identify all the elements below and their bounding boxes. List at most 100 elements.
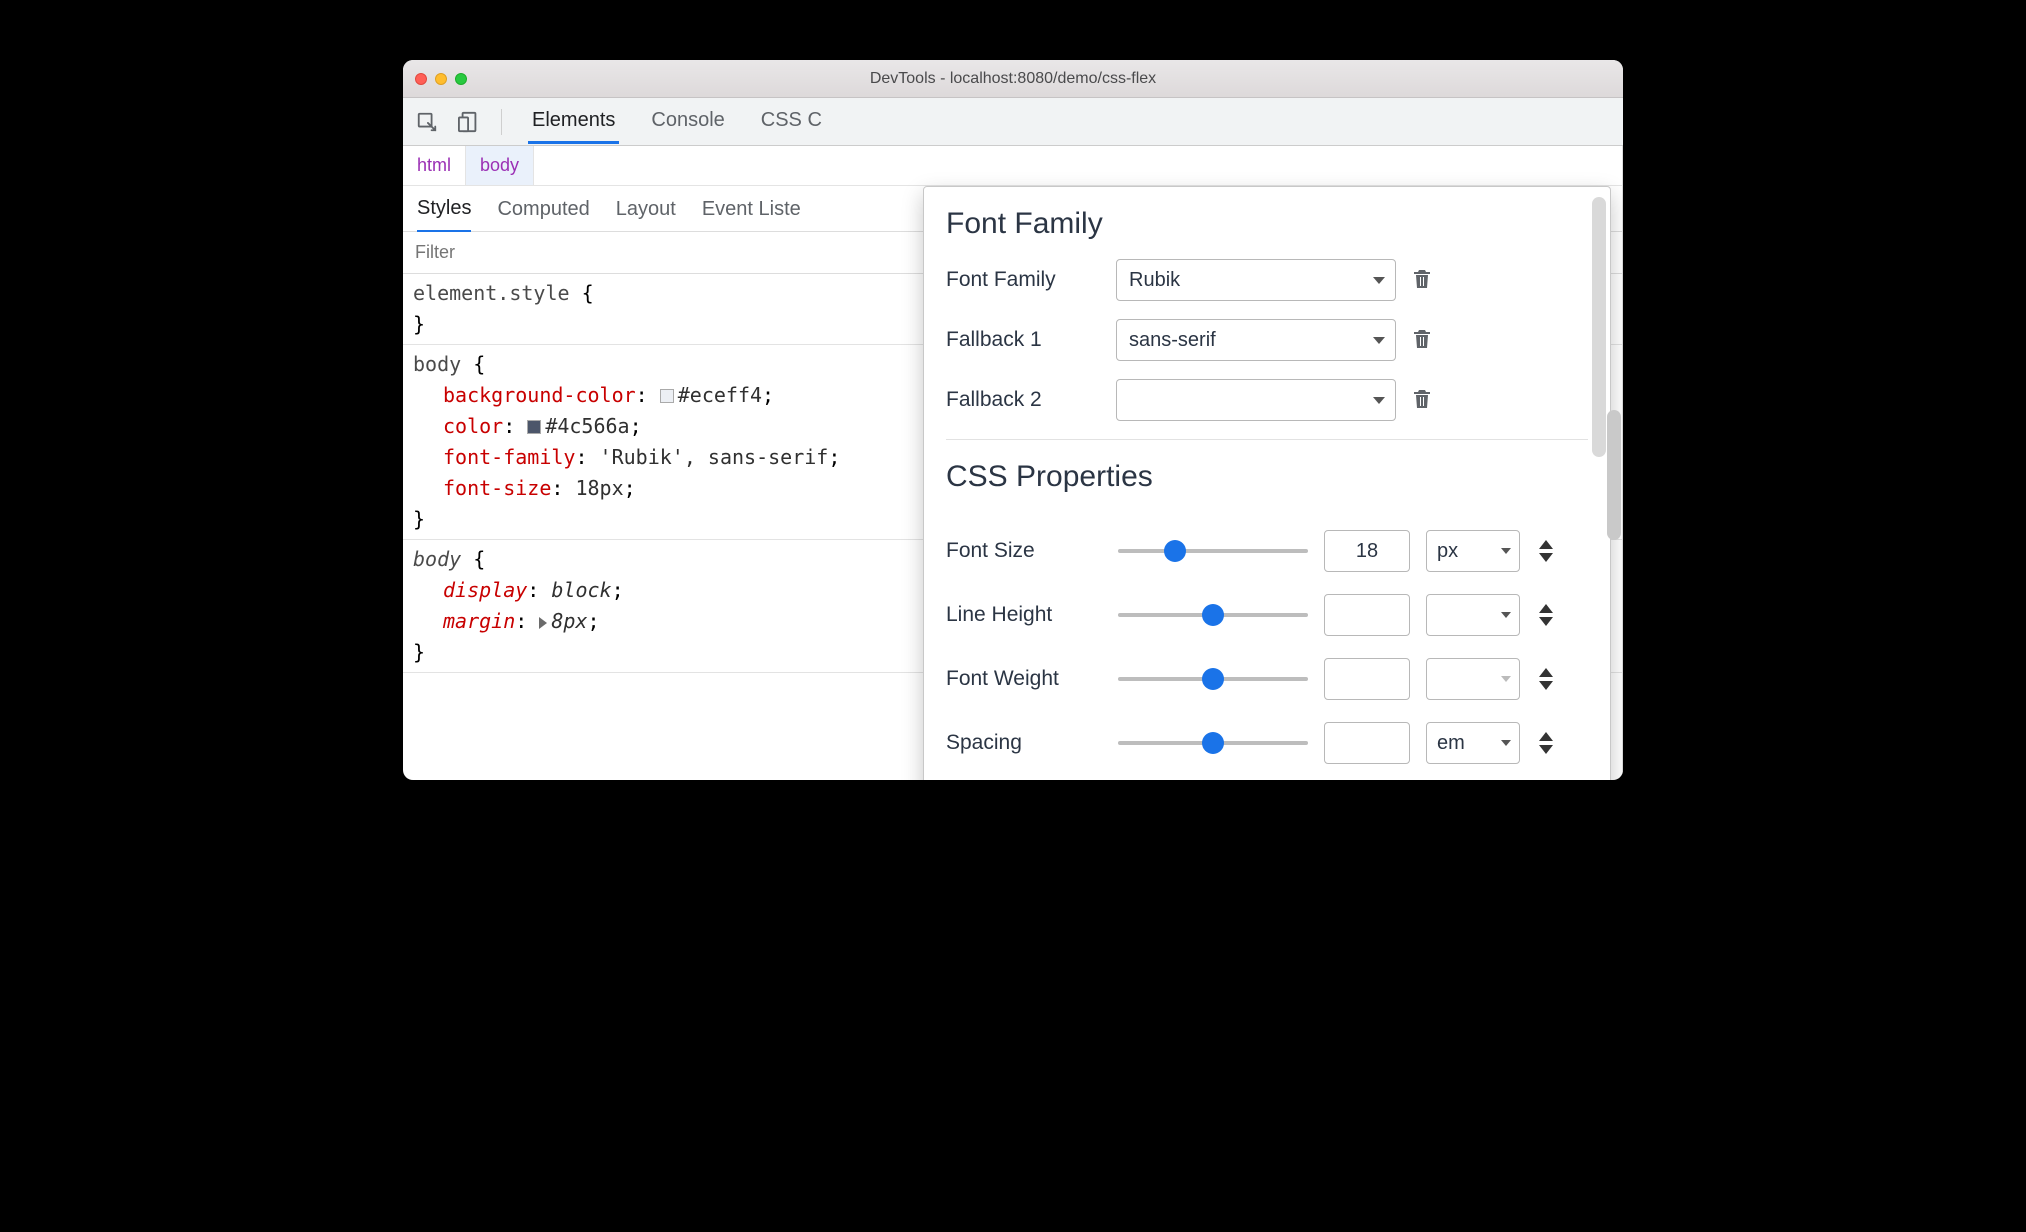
slider-thumb[interactable]: [1202, 604, 1224, 626]
devtools-window: DevTools - localhost:8080/demo/css-flex …: [403, 60, 1623, 780]
window-zoom-button[interactable]: [455, 73, 467, 85]
row-line-height: Line Height: [946, 594, 1588, 636]
font-family-heading: Font Family: [946, 207, 1588, 241]
font-weight-stepper[interactable]: [1536, 668, 1556, 690]
prop-value: block: [551, 578, 611, 602]
brace-close: }: [413, 640, 425, 664]
stepper-up-icon[interactable]: [1539, 604, 1553, 613]
row-fallback-2: Fallback 2: [946, 379, 1588, 421]
font-size-unit-value: px: [1437, 540, 1458, 563]
chevron-down-icon: [1501, 740, 1511, 746]
toolbar-separator: [501, 109, 502, 135]
tab-elements[interactable]: Elements: [528, 99, 619, 144]
font-size-stepper[interactable]: [1536, 540, 1556, 562]
spacing-label: Spacing: [946, 731, 1102, 755]
window-scrollbar[interactable]: [1607, 410, 1621, 540]
breadcrumb-html[interactable]: html: [403, 146, 466, 185]
row-font-weight: Font Weight: [946, 658, 1588, 700]
prop-value: #eceff4: [678, 383, 762, 407]
selector-text: element.style: [413, 281, 570, 305]
stepper-down-icon[interactable]: [1539, 745, 1553, 754]
chevron-down-icon: [1373, 397, 1385, 404]
brace-open: {: [473, 547, 485, 571]
stepper-down-icon[interactable]: [1539, 681, 1553, 690]
trash-icon[interactable]: [1410, 266, 1434, 294]
stepper-down-icon[interactable]: [1539, 617, 1553, 626]
fallback2-select[interactable]: [1116, 379, 1396, 421]
fallback1-select[interactable]: sans-serif: [1116, 319, 1396, 361]
slider-thumb[interactable]: [1202, 668, 1224, 690]
font-family-value: Rubik: [1129, 269, 1180, 292]
subtab-layout[interactable]: Layout: [616, 186, 676, 231]
spacing-stepper[interactable]: [1536, 732, 1556, 754]
color-swatch[interactable]: [527, 420, 541, 434]
stepper-down-icon[interactable]: [1539, 553, 1553, 562]
body-area: html body Styles Computed Layout Event L…: [403, 146, 1623, 780]
popover-scrollbar[interactable]: [1592, 197, 1606, 457]
row-fallback-1: Fallback 1 sans-serif: [946, 319, 1588, 361]
spacing-unit-value: em: [1437, 732, 1465, 755]
chevron-down-icon: [1373, 277, 1385, 284]
subtab-event-listeners[interactable]: Event Liste: [702, 186, 801, 231]
line-height-unit-select[interactable]: [1426, 594, 1520, 636]
panel-tabs: Elements Console CSS C: [528, 99, 826, 144]
subtab-styles[interactable]: Styles: [417, 185, 471, 233]
slider-thumb[interactable]: [1202, 732, 1224, 754]
prop-value: 'Rubik', sans-serif: [600, 445, 829, 469]
row-font-size: Font Size px: [946, 530, 1588, 572]
expand-shorthand-icon[interactable]: [539, 617, 547, 629]
color-swatch[interactable]: [660, 389, 674, 403]
tab-console[interactable]: Console: [647, 99, 728, 144]
chevron-down-icon: [1501, 612, 1511, 618]
spacing-input[interactable]: [1324, 722, 1410, 764]
line-height-slider[interactable]: [1118, 613, 1308, 617]
font-size-input[interactable]: [1324, 530, 1410, 572]
device-toggle-icon[interactable]: [455, 108, 483, 136]
window-close-button[interactable]: [415, 73, 427, 85]
prop-name: margin: [443, 609, 515, 633]
window-minimize-button[interactable]: [435, 73, 447, 85]
stepper-up-icon[interactable]: [1539, 732, 1553, 741]
fallback1-value: sans-serif: [1129, 329, 1216, 352]
spacing-unit-select[interactable]: em: [1426, 722, 1520, 764]
devtools-toolbar: Elements Console CSS C: [403, 98, 1623, 146]
font-weight-input[interactable]: [1324, 658, 1410, 700]
chevron-down-icon: [1501, 676, 1511, 682]
selector-text: body: [413, 352, 461, 376]
font-size-label: Font Size: [946, 539, 1102, 563]
prop-name: display: [443, 578, 527, 602]
prop-name: font-family: [443, 445, 575, 469]
font-family-select[interactable]: Rubik: [1116, 259, 1396, 301]
stepper-up-icon[interactable]: [1539, 668, 1553, 677]
slider-thumb[interactable]: [1164, 540, 1186, 562]
inspect-icon[interactable]: [413, 108, 441, 136]
font-weight-label: Font Weight: [946, 667, 1102, 691]
line-height-stepper[interactable]: [1536, 604, 1556, 626]
chevron-down-icon: [1501, 548, 1511, 554]
subtab-computed[interactable]: Computed: [497, 186, 589, 231]
brace-open: {: [582, 281, 594, 305]
line-height-label: Line Height: [946, 603, 1102, 627]
stepper-up-icon[interactable]: [1539, 540, 1553, 549]
line-height-input[interactable]: [1324, 594, 1410, 636]
brace-open: {: [473, 352, 485, 376]
font-size-unit-select[interactable]: px: [1426, 530, 1520, 572]
tab-css-overview[interactable]: CSS C: [757, 99, 826, 144]
trash-icon[interactable]: [1410, 326, 1434, 354]
font-weight-slider[interactable]: [1118, 677, 1308, 681]
font-size-slider[interactable]: [1118, 549, 1308, 553]
font-family-label: Font Family: [946, 268, 1102, 292]
row-spacing: Spacing em: [946, 722, 1588, 764]
spacing-slider[interactable]: [1118, 741, 1308, 745]
brace-close: }: [413, 507, 425, 531]
prop-name: font-size: [443, 476, 551, 500]
prop-name: background-color: [443, 383, 636, 407]
breadcrumb: html body: [403, 146, 1622, 186]
prop-value: #4c566a: [545, 414, 629, 438]
brace-close: }: [413, 312, 425, 336]
font-weight-unit-select[interactable]: [1426, 658, 1520, 700]
prop-value: 8px: [551, 609, 587, 633]
breadcrumb-body[interactable]: body: [466, 146, 534, 185]
trash-icon[interactable]: [1410, 386, 1434, 414]
titlebar: DevTools - localhost:8080/demo/css-flex: [403, 60, 1623, 98]
